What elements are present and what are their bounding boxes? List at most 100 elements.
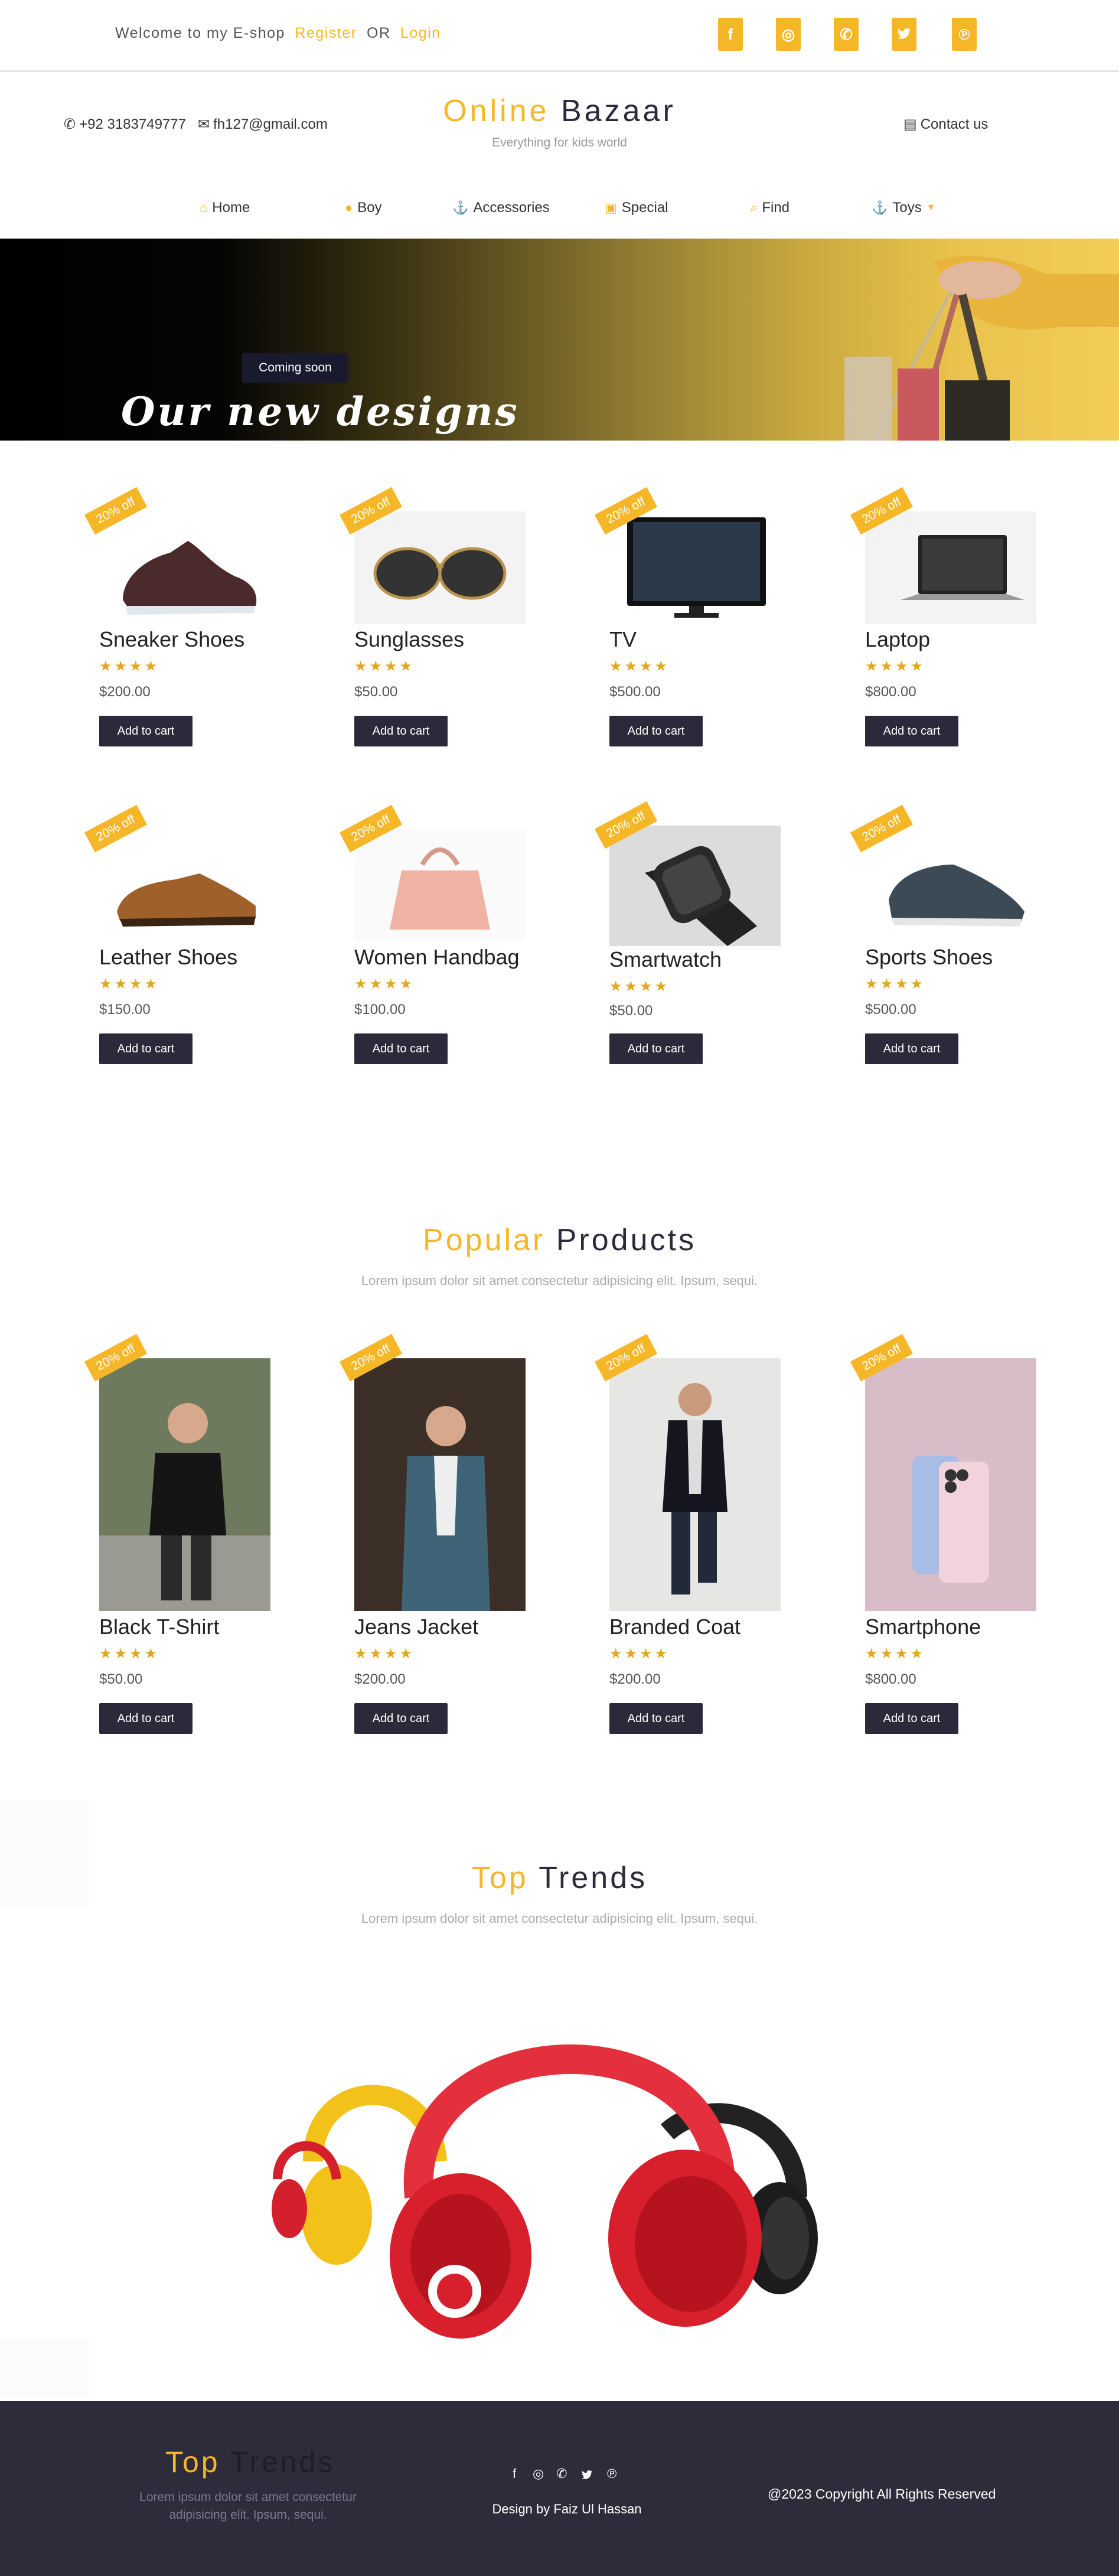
product-name[interactable]: Black T-Shirt bbox=[99, 1615, 219, 1639]
decorative-panel bbox=[0, 2339, 89, 2398]
footer-description: Lorem ipsum dolor sit amet consectetur a… bbox=[139, 2490, 357, 2522]
contact-label: Contact us bbox=[920, 116, 988, 132]
nav-label: Boy bbox=[357, 200, 382, 216]
site-tagline: Everything for kids world bbox=[492, 136, 627, 149]
product-name[interactable]: Jeans Jacket bbox=[354, 1615, 478, 1639]
welcome-text: Welcome to my E-shop bbox=[115, 25, 285, 41]
footer: Top Trends Lorem ipsum dolor sit amet co… bbox=[0, 2401, 1119, 2576]
footer-title: Top Trends bbox=[165, 2445, 335, 2479]
add-to-cart-button[interactable]: Add to cart bbox=[865, 716, 958, 746]
add-to-cart-button[interactable]: Add to cart bbox=[99, 1033, 193, 1064]
product-image[interactable] bbox=[609, 826, 781, 946]
product-price: $500.00 bbox=[865, 1002, 916, 1018]
logo-accent: Online bbox=[443, 94, 550, 128]
headphones-image bbox=[272, 2044, 818, 2339]
rating-stars: ★★★★ bbox=[99, 976, 160, 992]
hero-banner: Coming soon Our new designs bbox=[0, 239, 1119, 441]
product-price: $100.00 bbox=[354, 1002, 406, 1018]
add-to-cart-button[interactable]: Add to cart bbox=[354, 1033, 448, 1064]
whatsapp-icon[interactable]: ✆ bbox=[556, 2466, 567, 2482]
product-price: $200.00 bbox=[354, 1671, 406, 1687]
product-name[interactable]: Smartwatch bbox=[609, 947, 722, 972]
add-to-cart-button[interactable]: Add to cart bbox=[609, 716, 703, 746]
add-to-cart-button[interactable]: Add to cart bbox=[99, 716, 193, 746]
nav-label: Toys bbox=[892, 200, 922, 216]
pinterest-icon[interactable]: ℗ bbox=[607, 2466, 616, 2482]
instagram-icon[interactable]: ◎ bbox=[533, 2466, 544, 2482]
product-name[interactable]: Sports Shoes bbox=[865, 945, 993, 970]
facebook-icon[interactable]: f bbox=[513, 2466, 516, 2482]
product-image[interactable] bbox=[609, 511, 781, 624]
instagram-icon[interactable]: ◎ bbox=[776, 18, 801, 51]
product-name[interactable]: Sneaker Shoes bbox=[99, 627, 244, 652]
title-accent: Popular bbox=[423, 1223, 546, 1257]
login-link[interactable]: Login bbox=[400, 25, 441, 41]
product-image[interactable] bbox=[865, 829, 1036, 941]
nav-label: Find bbox=[762, 200, 790, 216]
pinterest-icon[interactable]: ℗ bbox=[952, 18, 977, 51]
nav-special[interactable]: ▣ Special bbox=[605, 200, 668, 216]
top-bar: Welcome to my E-shop Register OR Login f… bbox=[0, 0, 1119, 72]
nav-home[interactable]: ⌂ Home bbox=[200, 200, 250, 216]
coming-soon-badge[interactable]: Coming soon bbox=[242, 353, 348, 383]
product-image[interactable] bbox=[354, 511, 526, 624]
product-image[interactable] bbox=[609, 1358, 781, 1611]
product-image[interactable] bbox=[99, 1358, 270, 1611]
product-name[interactable]: Leather Shoes bbox=[99, 945, 237, 970]
rating-stars: ★★★★ bbox=[354, 976, 415, 992]
product-image[interactable] bbox=[354, 829, 526, 941]
chevron-down-icon: ▼ bbox=[926, 203, 936, 213]
contact-link[interactable]: ▤ Contact us bbox=[903, 116, 988, 133]
product-image[interactable] bbox=[865, 1358, 1036, 1611]
whatsapp-icon[interactable]: ✆ bbox=[834, 18, 859, 51]
nav-toys[interactable]: ⚓ Toys ▼ bbox=[872, 200, 936, 216]
title-accent: Top bbox=[165, 2445, 220, 2479]
nav-label: Accessories bbox=[473, 200, 550, 216]
title-accent: Top bbox=[471, 1861, 528, 1895]
rating-stars: ★★★★ bbox=[865, 1646, 926, 1662]
anchor-icon: ⚓ bbox=[452, 200, 469, 215]
nav-label: Home bbox=[212, 200, 250, 216]
rating-stars: ★★★★ bbox=[354, 1646, 415, 1662]
nav-boy[interactable]: ● Boy bbox=[345, 200, 382, 216]
product-name[interactable]: Smartphone bbox=[865, 1615, 981, 1639]
add-to-cart-button[interactable]: Add to cart bbox=[354, 1703, 448, 1734]
rating-stars: ★★★★ bbox=[865, 658, 926, 674]
calendar-icon: ▣ bbox=[605, 200, 617, 215]
product-name[interactable]: Sunglasses bbox=[354, 627, 464, 652]
product-name[interactable]: Women Handbag bbox=[354, 945, 520, 970]
footer-design-credit: Design by Faiz Ul Hassan bbox=[492, 2502, 642, 2516]
add-to-cart-button[interactable]: Add to cart bbox=[99, 1703, 193, 1734]
anchor-icon: ⚓ bbox=[872, 200, 888, 215]
popular-products-title: Popular Products bbox=[0, 1222, 1119, 1258]
add-to-cart-button[interactable]: Add to cart bbox=[609, 1033, 703, 1064]
product-price: $50.00 bbox=[354, 684, 398, 700]
product-image[interactable] bbox=[354, 1358, 526, 1611]
nav-accessories[interactable]: ⚓ Accessories bbox=[452, 200, 550, 216]
twitter-icon[interactable] bbox=[892, 18, 916, 51]
map-icon: ▤ bbox=[903, 116, 917, 132]
title-rest: Trends bbox=[539, 1861, 648, 1895]
rating-stars: ★★★★ bbox=[609, 658, 670, 674]
top-trends-title: Top Trends bbox=[0, 1860, 1119, 1896]
user-icon: ● bbox=[345, 200, 353, 215]
register-link[interactable]: Register bbox=[295, 25, 357, 41]
footer-copyright: @2023 Copyright All Rights Reserved bbox=[768, 2486, 996, 2502]
product-image[interactable] bbox=[99, 829, 270, 941]
popular-products-subtitle: Lorem ipsum dolor sit amet consectetur a… bbox=[361, 1273, 758, 1288]
product-name[interactable]: TV bbox=[609, 627, 637, 652]
add-to-cart-button[interactable]: Add to cart bbox=[865, 1033, 958, 1064]
product-image[interactable] bbox=[99, 511, 270, 624]
add-to-cart-button[interactable]: Add to cart bbox=[865, 1703, 958, 1734]
product-price: $150.00 bbox=[99, 1002, 151, 1018]
product-name[interactable]: Laptop bbox=[865, 627, 930, 652]
twitter-icon[interactable] bbox=[581, 2469, 593, 2484]
add-to-cart-button[interactable]: Add to cart bbox=[609, 1703, 703, 1734]
product-name[interactable]: Branded Coat bbox=[609, 1615, 740, 1639]
add-to-cart-button[interactable]: Add to cart bbox=[354, 716, 448, 746]
product-price: $200.00 bbox=[609, 1671, 661, 1687]
rating-stars: ★★★★ bbox=[609, 979, 670, 994]
facebook-icon[interactable]: f bbox=[718, 18, 743, 51]
nav-find[interactable]: ⌕ Find bbox=[750, 200, 790, 216]
product-image[interactable] bbox=[865, 511, 1036, 624]
